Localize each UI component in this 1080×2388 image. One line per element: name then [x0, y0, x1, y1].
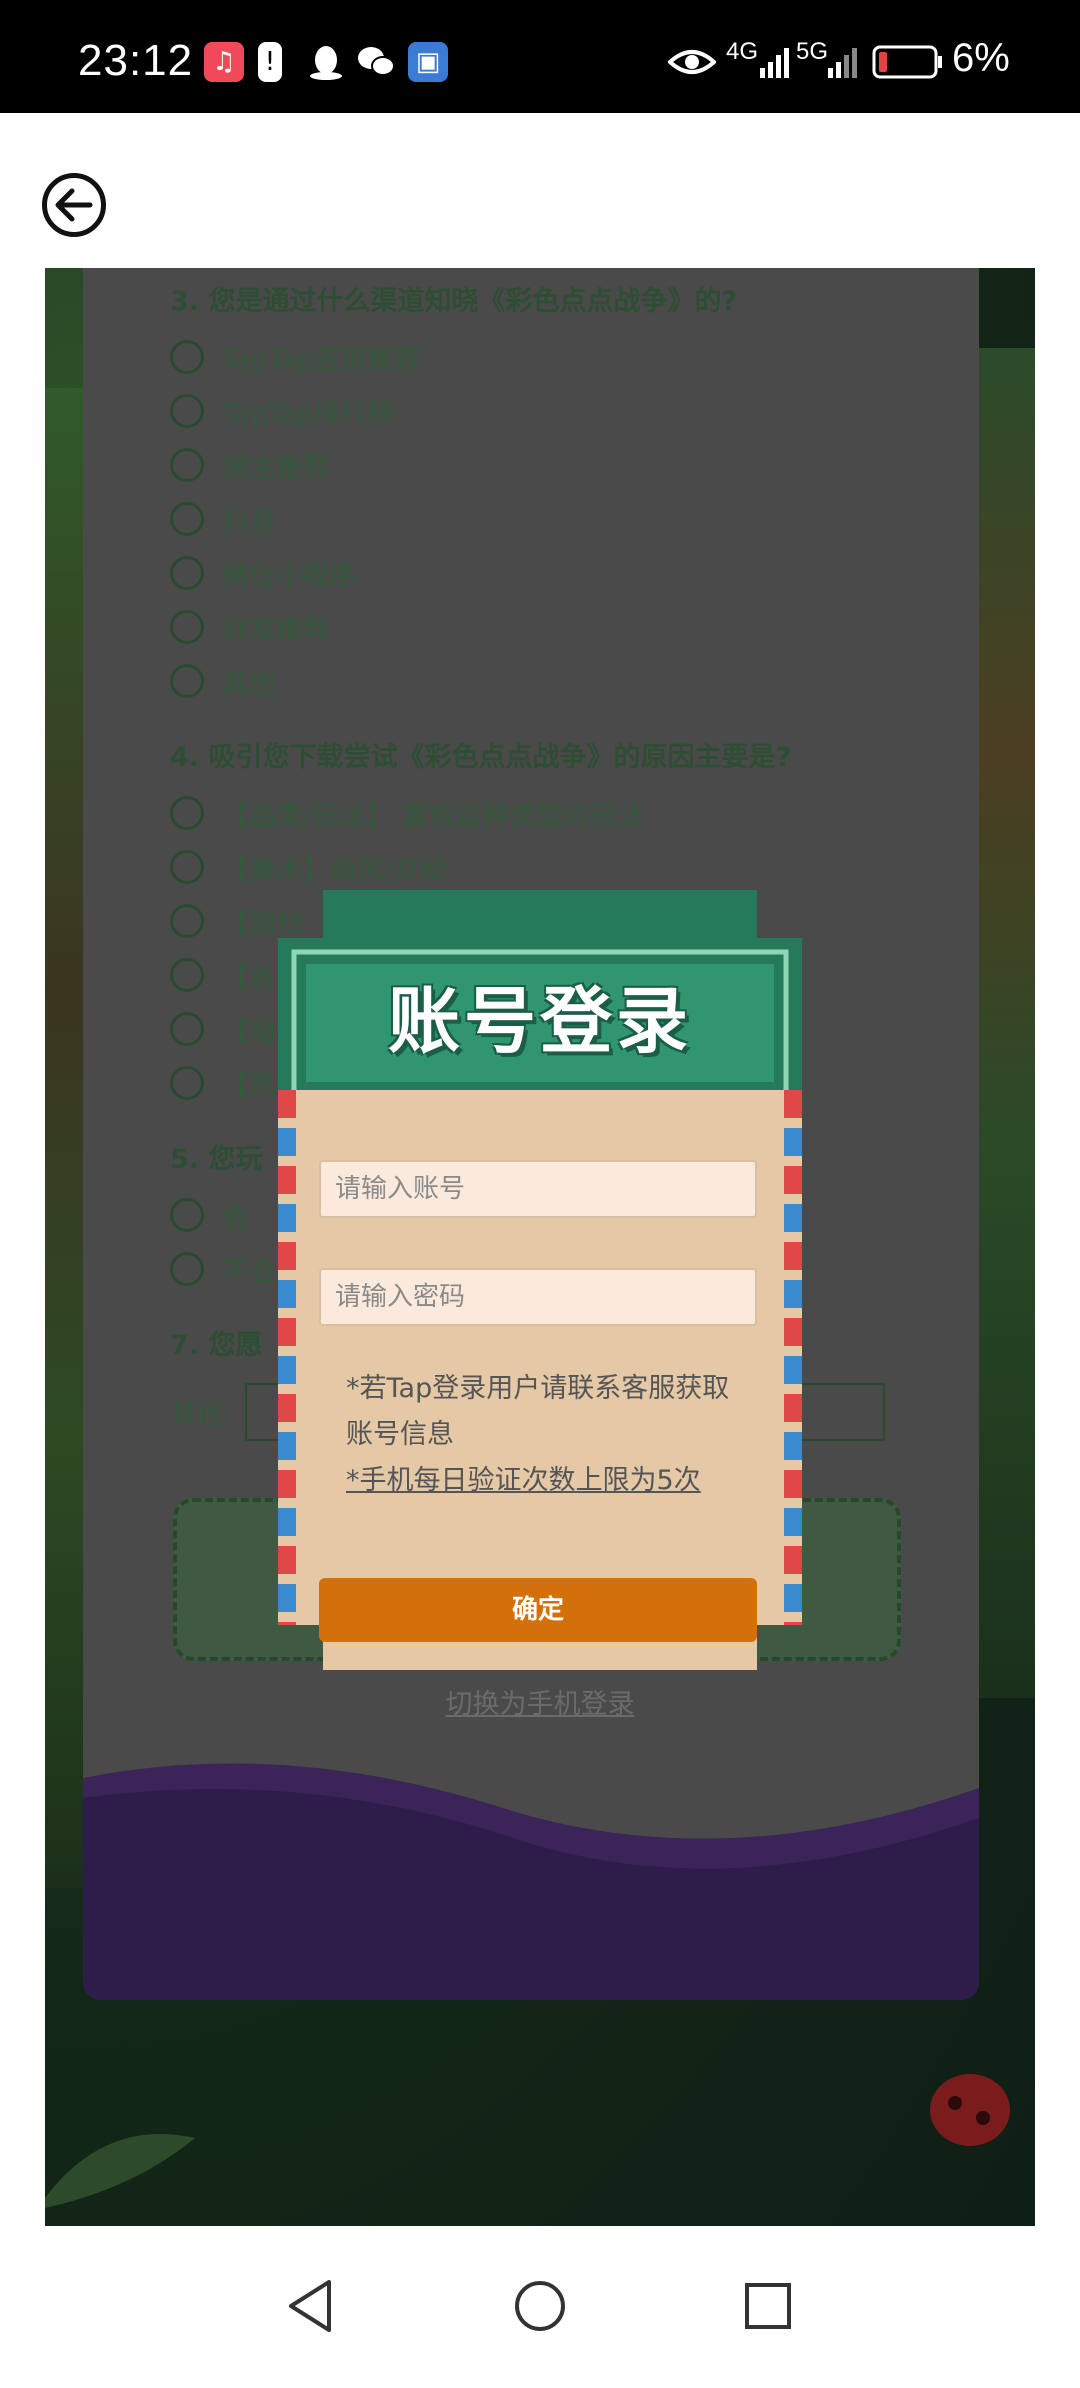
question-4-title: 4. 吸引您下载尝试《彩色点点战争》的原因主要是? [170, 742, 792, 773]
radio-option[interactable]: 微信小程序 [170, 546, 910, 600]
login-modal: 账号登录 请输入账号 请输入密码 *若Tap登录用户请联系客服获取账号信息 *手… [278, 890, 802, 1780]
airmail-stripe-right [784, 1090, 802, 1625]
password-input[interactable]: 请输入密码 [319, 1268, 757, 1326]
music-icon: ♫ [204, 42, 244, 82]
radio-option[interactable]: TapTap排行榜 [170, 384, 910, 438]
sms-limit-note: *手机每日验证次数上限为5次 [346, 1465, 701, 1496]
radio-option[interactable]: 好友推荐 [170, 600, 910, 654]
nav-back-button[interactable] [280, 2276, 340, 2336]
radio-button[interactable] [170, 1066, 204, 1100]
tap-login-note: *若Tap登录用户请联系客服获取账号信息 [346, 1373, 730, 1450]
radio-button[interactable] [170, 448, 204, 482]
radio-button[interactable] [170, 1012, 204, 1046]
leaf-decoration [45, 2134, 195, 2208]
purple-wave [83, 1763, 979, 2000]
account-input[interactable]: 请输入账号 [319, 1160, 757, 1218]
radio-button[interactable] [170, 394, 204, 428]
radio-button[interactable] [170, 850, 204, 884]
status-bar: 23:12 ♫ ! ▣ 4G 5G 6% [0, 0, 1080, 113]
confirm-button[interactable]: 确定 [319, 1578, 757, 1642]
alert-icon: ! [258, 42, 282, 82]
radio-option[interactable]: 【品类/玩法】 喜欢这种类型的玩法 [170, 786, 910, 840]
triangle-back-icon [289, 2280, 331, 2332]
radio-option[interactable]: 【美术】画风/立绘 [170, 840, 910, 894]
question-3-title: 3. 您是通过什么渠道知晓《彩色点点战争》的? [170, 286, 738, 317]
radio-option[interactable]: TapTap首页推荐 [170, 330, 910, 384]
radio-option[interactable]: 抖音 [170, 492, 910, 546]
back-button[interactable] [42, 173, 106, 237]
radio-button[interactable] [170, 340, 204, 374]
airmail-stripe-left [278, 1090, 296, 1625]
back-arrow-icon [55, 188, 93, 222]
wechat-icon [356, 42, 396, 82]
radio-button[interactable] [170, 664, 204, 698]
radio-button[interactable] [170, 610, 204, 644]
nav-recents-button[interactable] [738, 2276, 798, 2336]
radio-button[interactable] [170, 904, 204, 938]
login-title: 账号登录 [387, 979, 692, 1063]
battery-percent: 6% [952, 36, 1010, 80]
right-decoration [975, 348, 1035, 1698]
signal-icon [756, 42, 796, 82]
nav-home-button[interactable] [510, 2276, 570, 2336]
qq-icon [306, 42, 346, 82]
system-nav-bar [0, 2226, 1080, 2388]
network-4g-label: 4G [726, 38, 759, 65]
signal-icon-2 [824, 42, 864, 82]
circle-home-icon [515, 2281, 565, 2331]
square-recents-icon [745, 2283, 791, 2329]
radio-button[interactable] [170, 502, 204, 536]
radio-button[interactable] [170, 1198, 204, 1232]
status-time: 23:12 [78, 36, 194, 85]
radio-button[interactable] [170, 1252, 204, 1286]
other-label: 其他: [170, 1399, 231, 1430]
radio-button[interactable] [170, 958, 204, 992]
app-icon: ▣ [408, 42, 448, 82]
battery-icon [872, 42, 944, 82]
switch-to-phone-login-link[interactable]: 切换为手机登录 [278, 1682, 802, 1721]
radio-button[interactable] [170, 796, 204, 830]
eye-icon [668, 42, 716, 82]
ladybug-decoration [930, 2074, 1010, 2146]
radio-option[interactable]: 博主推荐 [170, 438, 910, 492]
radio-option[interactable]: 其他 [170, 654, 910, 708]
radio-button[interactable] [170, 556, 204, 590]
